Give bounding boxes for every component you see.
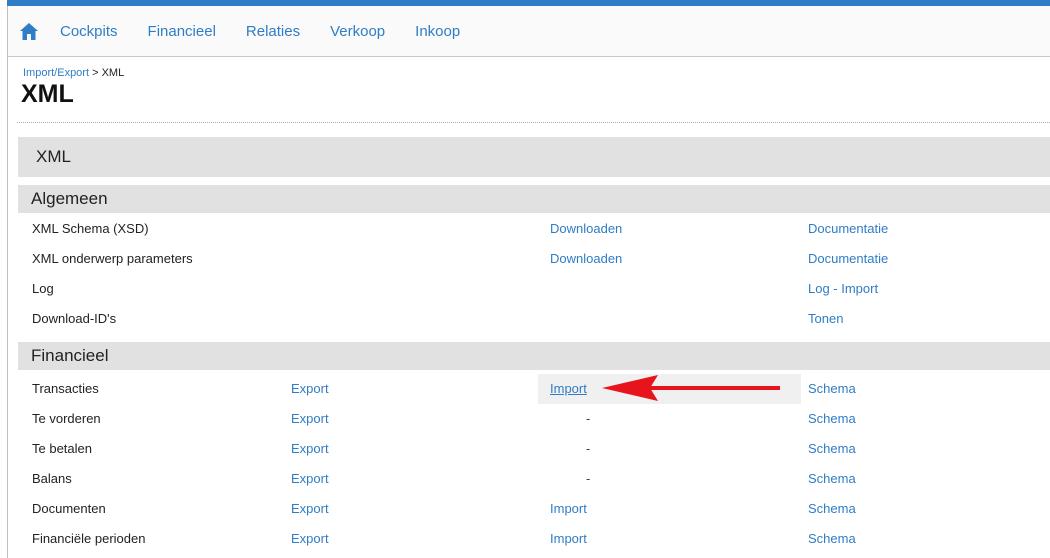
- breadcrumb-current: XML: [101, 67, 125, 79]
- export-link[interactable]: Export: [291, 434, 329, 464]
- table-row: Balans Export - Schema: [18, 464, 1050, 494]
- section-header-algemeen: Algemeen: [18, 185, 1050, 213]
- empty-dash: -: [586, 441, 591, 456]
- export-link[interactable]: Export: [291, 494, 329, 524]
- panel-header: XML: [18, 137, 1050, 177]
- row-label: XML Schema (XSD): [32, 221, 149, 236]
- import-link[interactable]: Import: [550, 494, 587, 524]
- row-label: XML onderwerp parameters: [32, 251, 193, 266]
- nav-verkoop[interactable]: Verkoop: [330, 23, 385, 40]
- schema-link[interactable]: Schema: [808, 404, 856, 434]
- nav-inkoop[interactable]: Inkoop: [415, 23, 460, 40]
- page-title: XML: [21, 80, 74, 108]
- documentation-link[interactable]: Documentatie: [808, 214, 888, 244]
- home-icon[interactable]: [20, 20, 42, 42]
- empty-dash: -: [586, 411, 591, 426]
- table-row: Te betalen Export - Schema: [18, 434, 1050, 464]
- row-label: Te betalen: [32, 441, 92, 456]
- table-row: Transacties Export Import Schema: [18, 374, 1050, 404]
- download-link[interactable]: Downloaden: [550, 244, 622, 274]
- title-divider: [17, 122, 1050, 123]
- table-row: Te vorderen Export - Schema: [18, 404, 1050, 434]
- table-row: Financiële perioden Export Import Schema: [18, 524, 1050, 554]
- show-link[interactable]: Tonen: [808, 304, 843, 334]
- row-label: Documenten: [32, 501, 106, 516]
- annotation-arrow-icon: [602, 375, 780, 401]
- breadcrumb-link-import-export[interactable]: Import/Export: [23, 67, 89, 79]
- log-import-link[interactable]: Log - Import: [808, 274, 878, 304]
- import-link[interactable]: Import: [550, 374, 587, 404]
- documentation-link[interactable]: Documentatie: [808, 244, 888, 274]
- nav-relaties[interactable]: Relaties: [246, 23, 300, 40]
- nav-financieel[interactable]: Financieel: [148, 23, 216, 40]
- export-link[interactable]: Export: [291, 464, 329, 494]
- export-link[interactable]: Export: [291, 404, 329, 434]
- breadcrumb-separator: >: [89, 67, 102, 79]
- breadcrumb: Import/Export > XML: [23, 67, 124, 79]
- schema-link[interactable]: Schema: [808, 494, 856, 524]
- table-row: Log Log - Import: [18, 274, 1050, 304]
- row-label: Transacties: [32, 381, 99, 396]
- row-label: Financiële perioden: [32, 531, 146, 546]
- top-navbar: Cockpits Financieel Relaties Verkoop Ink…: [8, 6, 1050, 57]
- download-link[interactable]: Downloaden: [550, 214, 622, 244]
- export-link[interactable]: Export: [291, 524, 329, 554]
- table-row: XML Schema (XSD) Downloaden Documentatie: [18, 214, 1050, 244]
- left-border: [7, 6, 8, 558]
- import-link[interactable]: Import: [550, 524, 587, 554]
- row-label: Te vorderen: [32, 411, 101, 426]
- schema-link[interactable]: Schema: [808, 524, 856, 554]
- table-row: XML onderwerp parameters Downloaden Docu…: [18, 244, 1050, 274]
- schema-link[interactable]: Schema: [808, 434, 856, 464]
- nav-cockpits[interactable]: Cockpits: [60, 23, 118, 40]
- row-label: Balans: [32, 471, 72, 486]
- row-label: Log: [32, 281, 54, 296]
- row-label: Download-ID's: [32, 311, 117, 326]
- table-row: Download-ID's Tonen: [18, 304, 1050, 334]
- section-header-financieel: Financieel: [18, 342, 1050, 370]
- table-row: Documenten Export Import Schema: [18, 494, 1050, 524]
- empty-dash: -: [586, 471, 591, 486]
- export-link[interactable]: Export: [291, 374, 329, 404]
- schema-link[interactable]: Schema: [808, 374, 856, 404]
- schema-link[interactable]: Schema: [808, 464, 856, 494]
